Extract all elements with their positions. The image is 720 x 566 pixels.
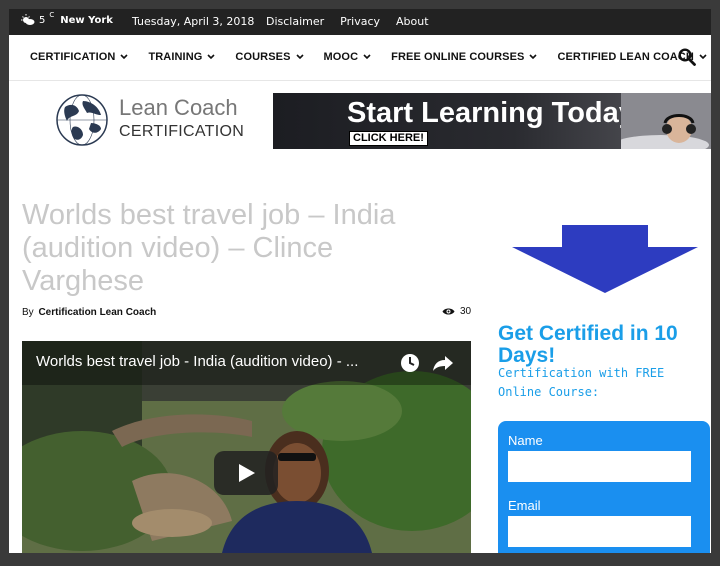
nav-label: MOOC [323, 51, 359, 63]
nav-label: COURSES [235, 51, 291, 63]
logo-line-2: CERTIFICATION [119, 123, 245, 140]
weather-city: New York [60, 14, 113, 26]
signup-form: Name Email [498, 421, 710, 553]
sidebar-subtext: Certification with FREE Online Course: [498, 366, 665, 399]
chevron-down-icon [295, 54, 304, 60]
sidebar-heading: Get Certified in 10 Days! [498, 322, 678, 367]
top-links: Disclaimer Privacy About [266, 15, 429, 28]
down-arrow-graphic [512, 225, 698, 293]
video-title[interactable]: Worlds best travel job - India (audition… [36, 353, 396, 370]
banner-headline: Start Learning Today! [347, 97, 645, 129]
nav-label: CERTIFIED LEAN COACH [557, 51, 694, 63]
chevron-down-icon [363, 54, 371, 60]
name-field[interactable] [508, 451, 691, 482]
temperature: 5 [39, 14, 46, 26]
chevron-down-icon [529, 54, 538, 60]
weather-widget: 5C New York [21, 11, 113, 26]
nav-label: FREE ONLINE COURSES [391, 51, 525, 63]
top-bar: 5C New York Tuesday, April 3, 2018 Discl… [9, 9, 711, 35]
main-nav: CERTIFICATION TRAINING COURSES MOOC FREE… [9, 35, 711, 81]
ad-banner[interactable]: Start Learning Today! CLICK HERE! [273, 93, 711, 149]
by-label: By [22, 307, 34, 318]
banner-cta[interactable]: CLICK HERE! [349, 131, 428, 146]
globe-icon [56, 94, 108, 146]
nav-label: TRAINING [148, 51, 203, 63]
chevron-down-icon [699, 54, 707, 60]
chevron-down-icon [207, 54, 215, 60]
view-count-value: 30 [460, 306, 472, 317]
share-icon[interactable] [432, 353, 454, 373]
disclaimer-link[interactable]: Disclaimer [266, 15, 324, 28]
page-content: Lean Coach CERTIFICATION Start Learning … [9, 81, 711, 553]
weather-icon [21, 14, 35, 25]
about-link[interactable]: About [396, 15, 429, 28]
current-date: Tuesday, April 3, 2018 [132, 15, 255, 28]
person-with-headphones-image [621, 93, 711, 149]
nav-item-courses[interactable]: COURSES [235, 51, 304, 63]
article-title: Worlds best travel job – India (audition… [22, 199, 396, 297]
chevron-down-icon [120, 54, 129, 60]
search-icon[interactable] [678, 48, 696, 66]
nav-label: CERTIFICATION [30, 51, 116, 63]
nav-item-training[interactable]: TRAINING [148, 51, 215, 63]
watch-later-icon[interactable] [400, 353, 420, 373]
nav-item-certification[interactable]: CERTIFICATION [30, 51, 129, 63]
logo-line-1: Lean Coach [119, 95, 238, 120]
view-count: 30 [442, 306, 471, 317]
video-player[interactable]: Worlds best travel job - India (audition… [22, 341, 471, 553]
byline: By Certification Lean Coach [22, 307, 156, 318]
eye-icon [442, 308, 455, 315]
temperature-unit: C [49, 11, 55, 19]
nav-item-mooc[interactable]: MOOC [324, 51, 372, 63]
site-logo[interactable]: Lean Coach CERTIFICATION [55, 93, 255, 149]
email-field[interactable] [508, 516, 691, 547]
privacy-link[interactable]: Privacy [340, 15, 380, 28]
play-icon[interactable] [214, 451, 278, 495]
author-link[interactable]: Certification Lean Coach [38, 307, 156, 318]
nav-item-free-online-courses[interactable]: FREE ONLINE COURSES [391, 51, 538, 63]
name-label: Name [508, 433, 543, 448]
email-label: Email [508, 498, 541, 513]
